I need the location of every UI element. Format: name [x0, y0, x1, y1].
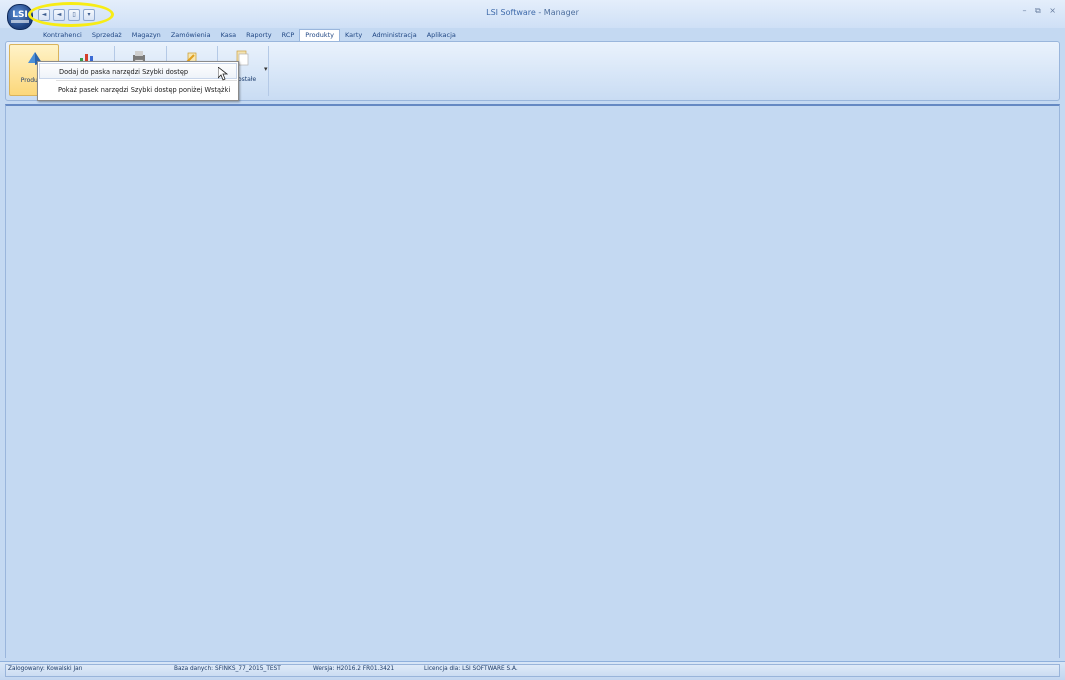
- tab-zamowienia[interactable]: Zamówienia: [166, 29, 216, 41]
- chevron-down-icon[interactable]: ▾: [264, 65, 268, 73]
- status-license: Licencja dla: LSI SOFTWARE S.A.: [424, 666, 518, 672]
- window-controls[interactable]: – ⧉ ×: [1022, 6, 1059, 16]
- window-title-app: LSI Software: [486, 8, 536, 17]
- window-title-module: Manager: [543, 8, 579, 17]
- title-bar: LSI ◄ ◄ ▯ ▾ LSI Software - Manager – ⧉ ×: [0, 0, 1065, 30]
- window-title-separator: -: [535, 8, 544, 17]
- menu-tabs: Kontrahenci Sprzedaż Magazyn Zamówienia …: [38, 29, 461, 41]
- tab-magazyn[interactable]: Magazyn: [127, 29, 166, 41]
- status-bar: Zalogowany: Kowalski Jan Baza danych: SF…: [0, 661, 1065, 680]
- status-user: Zalogowany: Kowalski Jan: [8, 666, 83, 672]
- window-title: LSI Software - Manager: [0, 8, 1065, 17]
- tab-karty[interactable]: Karty: [340, 29, 367, 41]
- menu-separator: [56, 80, 237, 81]
- menu-item-add-to-quick-access[interactable]: Dodaj do paska narzędzi Szybki dostęp: [39, 63, 237, 79]
- tab-aplikacja[interactable]: Aplikacja: [422, 29, 461, 41]
- main-work-area: [5, 104, 1060, 658]
- status-bar-inner: Zalogowany: Kowalski Jan Baza danych: SF…: [5, 664, 1060, 677]
- status-version: Wersja: H2016.2 FR01.3421: [313, 666, 395, 672]
- status-database: Baza danych: SFINKS_77_2015_TEST: [174, 666, 281, 672]
- tab-rcp[interactable]: RCP: [277, 29, 300, 41]
- tab-raporty[interactable]: Raporty: [241, 29, 277, 41]
- tab-sprzedaz[interactable]: Sprzedaż: [87, 29, 127, 41]
- logo-underline: [11, 20, 29, 23]
- ribbon-divider: [268, 46, 269, 96]
- tab-produkty[interactable]: Produkty: [299, 29, 341, 41]
- tab-kasa[interactable]: Kasa: [216, 29, 242, 41]
- context-menu: Dodaj do paska narzędzi Szybki dostęp Po…: [37, 61, 239, 101]
- tab-administracja[interactable]: Administracja: [367, 29, 421, 41]
- menu-item-show-quick-access-below-ribbon[interactable]: Pokaż pasek narzędzi Szybki dostęp poniż…: [39, 82, 237, 98]
- tab-kontrahenci[interactable]: Kontrahenci: [38, 29, 87, 41]
